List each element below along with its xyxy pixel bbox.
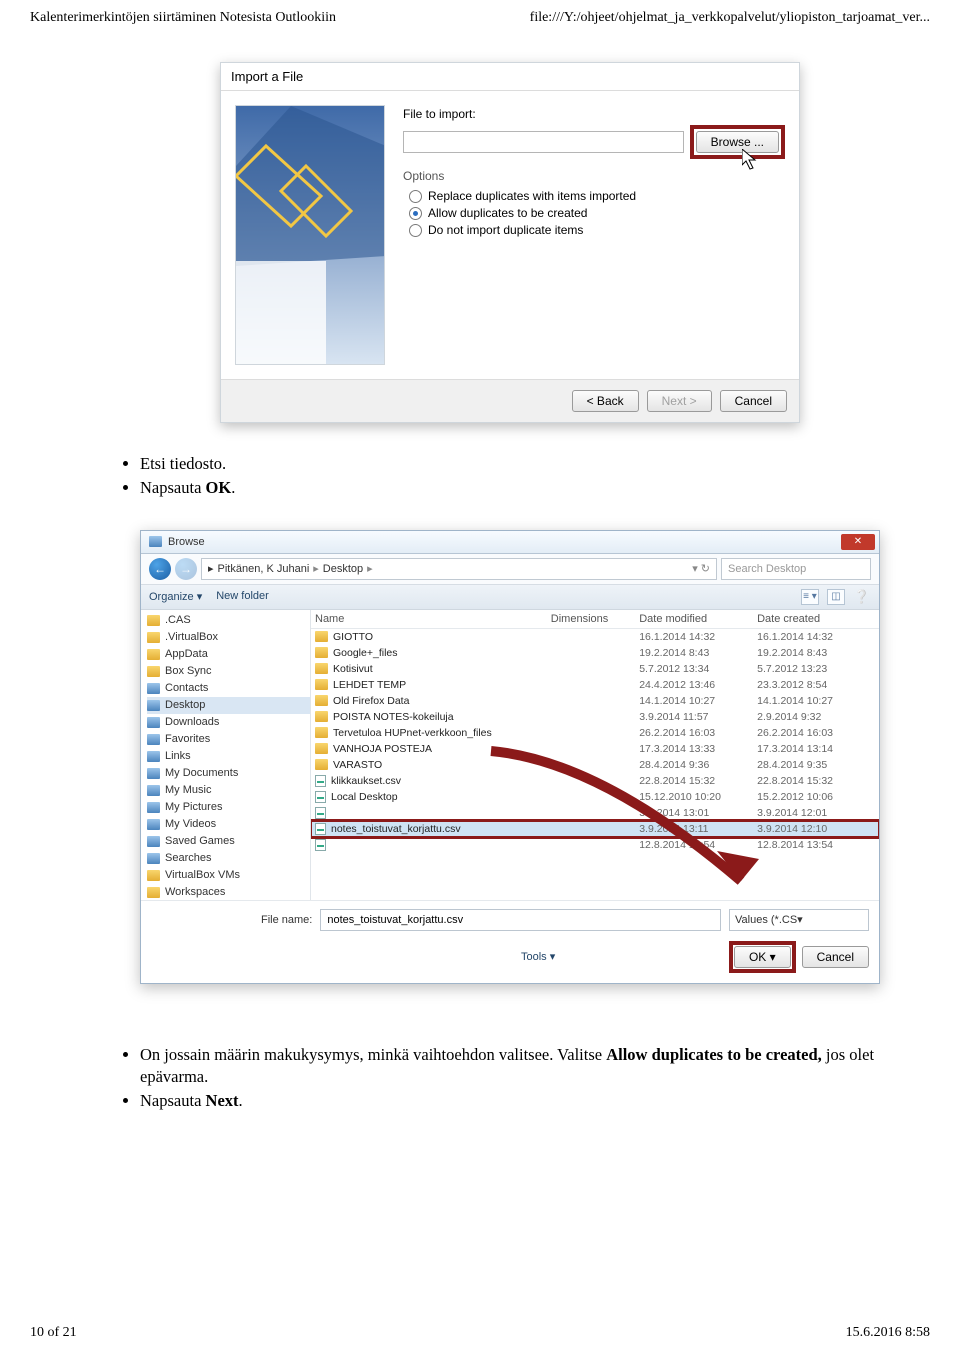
sidebar-item[interactable]: AppData [147,646,310,663]
sidebar-item[interactable]: VirtualBox VMs [147,867,310,884]
cursor-icon [742,149,760,173]
filetype-select[interactable]: Values (*.CS ▾ [729,909,869,931]
browse-highlight: Browse ... [690,125,785,159]
new-folder-button[interactable]: New folder [216,590,269,603]
sidebar-item[interactable]: .CAS [147,612,310,629]
radio-replace[interactable]: Replace duplicates with items imported [409,189,785,203]
radio-replace-label: Replace duplicates with items imported [428,189,636,203]
sidebar-item[interactable]: Links [147,748,310,765]
window-icon [149,536,162,547]
file-row[interactable]: POISTA NOTES-kokeiluja3.9.2014 11:572.9.… [311,709,879,725]
sidebar-item[interactable]: Searches [147,850,310,867]
browse-dialog: Browse ✕ ← → ▸ Pitkänen, K Juhani ▸ Desk… [140,530,880,984]
browse-title: Browse [168,536,205,548]
radio-allow-label: Allow duplicates to be created [428,206,587,220]
col-name[interactable]: Name [315,613,551,625]
view-button[interactable]: ≡ ▾ [801,589,819,605]
sidebar-item[interactable]: Favorites [147,731,310,748]
col-mod[interactable]: Date modified [639,613,757,625]
file-row[interactable]: notes_toistuvat_korjattu.csv3.9.2014 13:… [311,821,879,837]
file-row[interactable]: Old Firefox Data14.1.2014 10:2714.1.2014… [311,693,879,709]
import-wizard: Import a File File to import: Browse ... [220,62,800,423]
sidebar-item[interactable]: My Music [147,782,310,799]
file-row[interactable]: Google+_files19.2.2014 8:4319.2.2014 8:4… [311,645,879,661]
instructions-1: Etsi tiedosto. Napsauta OK. [140,453,920,500]
page-footer: 10 of 21 15.6.2016 8:58 [0,1317,960,1353]
browse-cancel-button[interactable]: Cancel [802,946,869,968]
page-number: 10 of 21 [30,1325,77,1341]
file-row[interactable]: LEHDET TEMP24.4.2012 13:4623.3.2012 8:54 [311,677,879,693]
col-dim[interactable]: Dimensions [551,613,639,625]
crumb[interactable]: Desktop [323,563,363,575]
ok-highlight: OK ▾ [729,941,796,973]
sidebar-item[interactable]: My Pictures [147,799,310,816]
close-button[interactable]: ✕ [841,534,875,550]
instruction-item: Napsauta OK. [140,477,920,499]
header-left: Kalenterimerkintöjen siirtäminen Notesis… [30,10,336,26]
sidebar-item[interactable]: Saved Games [147,833,310,850]
wizard-illustration [235,105,385,365]
radio-noimport-label: Do not import duplicate items [428,223,583,237]
page-date: 15.6.2016 8:58 [846,1325,930,1341]
next-button[interactable]: Next > [647,390,712,412]
file-to-import-input[interactable] [403,131,684,153]
back-button[interactable]: < Back [572,390,639,412]
ok-button[interactable]: OK ▾ [734,946,791,968]
filename-label: File name: [261,914,312,926]
filename-input[interactable] [320,909,721,931]
nav-back-button[interactable]: ← [149,558,171,580]
header-right: file:///Y:/ohjeet/ohjelmat_ja_verkkopalv… [530,10,930,26]
page-header: Kalenterimerkintöjen siirtäminen Notesis… [0,0,960,32]
file-row[interactable]: 12.8.2014 13:5412.8.2014 13:54 [311,837,879,853]
sidebar-item[interactable]: .VirtualBox [147,629,310,646]
file-row[interactable]: VARASTO28.4.2014 9:3628.4.2014 9:35 [311,757,879,773]
file-row[interactable]: 3.9.2014 13:013.9.2014 12:01 [311,805,879,821]
preview-toggle[interactable]: ◫ [827,589,845,605]
organize-menu[interactable]: Organize ▾ [149,590,202,603]
cancel-button[interactable]: Cancel [720,390,787,412]
sidebar-item[interactable]: Workspaces [147,884,310,900]
file-row[interactable]: VANHOJA POSTEJA17.3.2014 13:3317.3.2014 … [311,741,879,757]
instruction-item: Napsauta Next. [140,1090,920,1112]
file-list: GIOTTO16.1.2014 14:3216.1.2014 14:32Goog… [311,629,879,853]
instructions-2: On jossain määrin makukysymys, minkä vai… [140,1044,920,1113]
instruction-item: On jossain määrin makukysymys, minkä vai… [140,1044,920,1089]
crumb[interactable]: Pitkänen, K Juhani [218,563,310,575]
file-row[interactable]: Tervetuloa HUPnet-verkkoon_files26.2.201… [311,725,879,741]
sidebar-item[interactable]: Contacts [147,680,310,697]
radio-noimport[interactable]: Do not import duplicate items [409,223,785,237]
col-cre[interactable]: Date created [757,613,875,625]
wizard-title: Import a File [221,63,799,91]
sidebar-item[interactable]: Downloads [147,714,310,731]
file-to-import-label: File to import: [403,107,785,121]
help-icon[interactable]: ❔ [853,589,871,605]
file-row[interactable]: Local Desktop15.12.2010 10:2015.2.2012 1… [311,789,879,805]
sidebar-item[interactable]: My Videos [147,816,310,833]
file-row[interactable]: klikkaukset.csv22.8.2014 15:3222.8.2014 … [311,773,879,789]
file-row[interactable]: Kotisivut5.7.2012 13:345.7.2012 13:23 [311,661,879,677]
sidebar-item[interactable]: My Documents [147,765,310,782]
sidebar-item[interactable]: Box Sync [147,663,310,680]
column-headers: Name Dimensions Date modified Date creat… [311,610,879,629]
nav-fwd-button[interactable]: → [175,558,197,580]
radio-allow[interactable]: Allow duplicates to be created [409,206,785,220]
options-label: Options [403,169,785,183]
tools-menu[interactable]: Tools ▾ [521,950,555,963]
browse-button[interactable]: Browse ... [696,131,779,153]
sidebar: .CAS.VirtualBoxAppDataBox SyncContactsDe… [141,610,311,900]
breadcrumb[interactable]: ▸ Pitkänen, K Juhani ▸ Desktop ▸ ▾ ↻ [201,558,717,580]
search-input[interactable]: Search Desktop [721,558,871,580]
sidebar-item[interactable]: Desktop [147,697,310,714]
file-row[interactable]: GIOTTO16.1.2014 14:3216.1.2014 14:32 [311,629,879,645]
instruction-item: Etsi tiedosto. [140,453,920,475]
